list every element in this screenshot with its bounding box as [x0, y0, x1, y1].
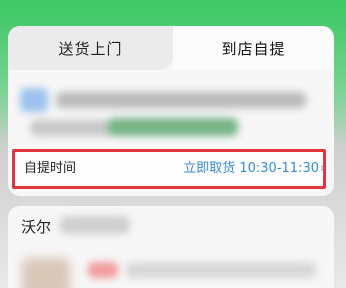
blurred-store-tag [108, 118, 238, 136]
tab-home-delivery-label: 送货上门 [58, 39, 123, 58]
store-card: 沃尔 [8, 206, 334, 288]
blurred-product-text [126, 262, 316, 278]
location-icon [20, 88, 48, 112]
product-thumbnail [22, 258, 70, 288]
product-badge [88, 262, 118, 278]
pickup-time-row[interactable]: 自提时间 立即取货 10:30-11:30 › [12, 149, 326, 189]
chevron-right-icon: › [319, 161, 325, 176]
pickup-time-label: 自提时间 [24, 161, 77, 176]
tab-store-pickup-label: 到店自提 [221, 39, 286, 58]
blurred-store-name-rest [60, 216, 130, 234]
delivery-mode-tabs: 送货上门 到店自提 [8, 26, 334, 70]
checkout-screen: { "tabs": { "delivery_label": "送货上门", "p… [0, 0, 346, 288]
delivery-options-card: 送货上门 到店自提 自提时间 立即取货 10:30-11:30 › [8, 26, 334, 196]
tab-home-delivery[interactable]: 送货上门 [8, 26, 173, 70]
tab-store-pickup[interactable]: 到店自提 [173, 26, 334, 70]
pickup-time-value[interactable]: 立即取货 10:30-11:30 [183, 152, 319, 186]
blurred-detail-line [30, 120, 120, 136]
blurred-address-line [56, 92, 306, 108]
store-name: 沃尔 [21, 218, 52, 236]
blurred-store-address [8, 78, 334, 152]
